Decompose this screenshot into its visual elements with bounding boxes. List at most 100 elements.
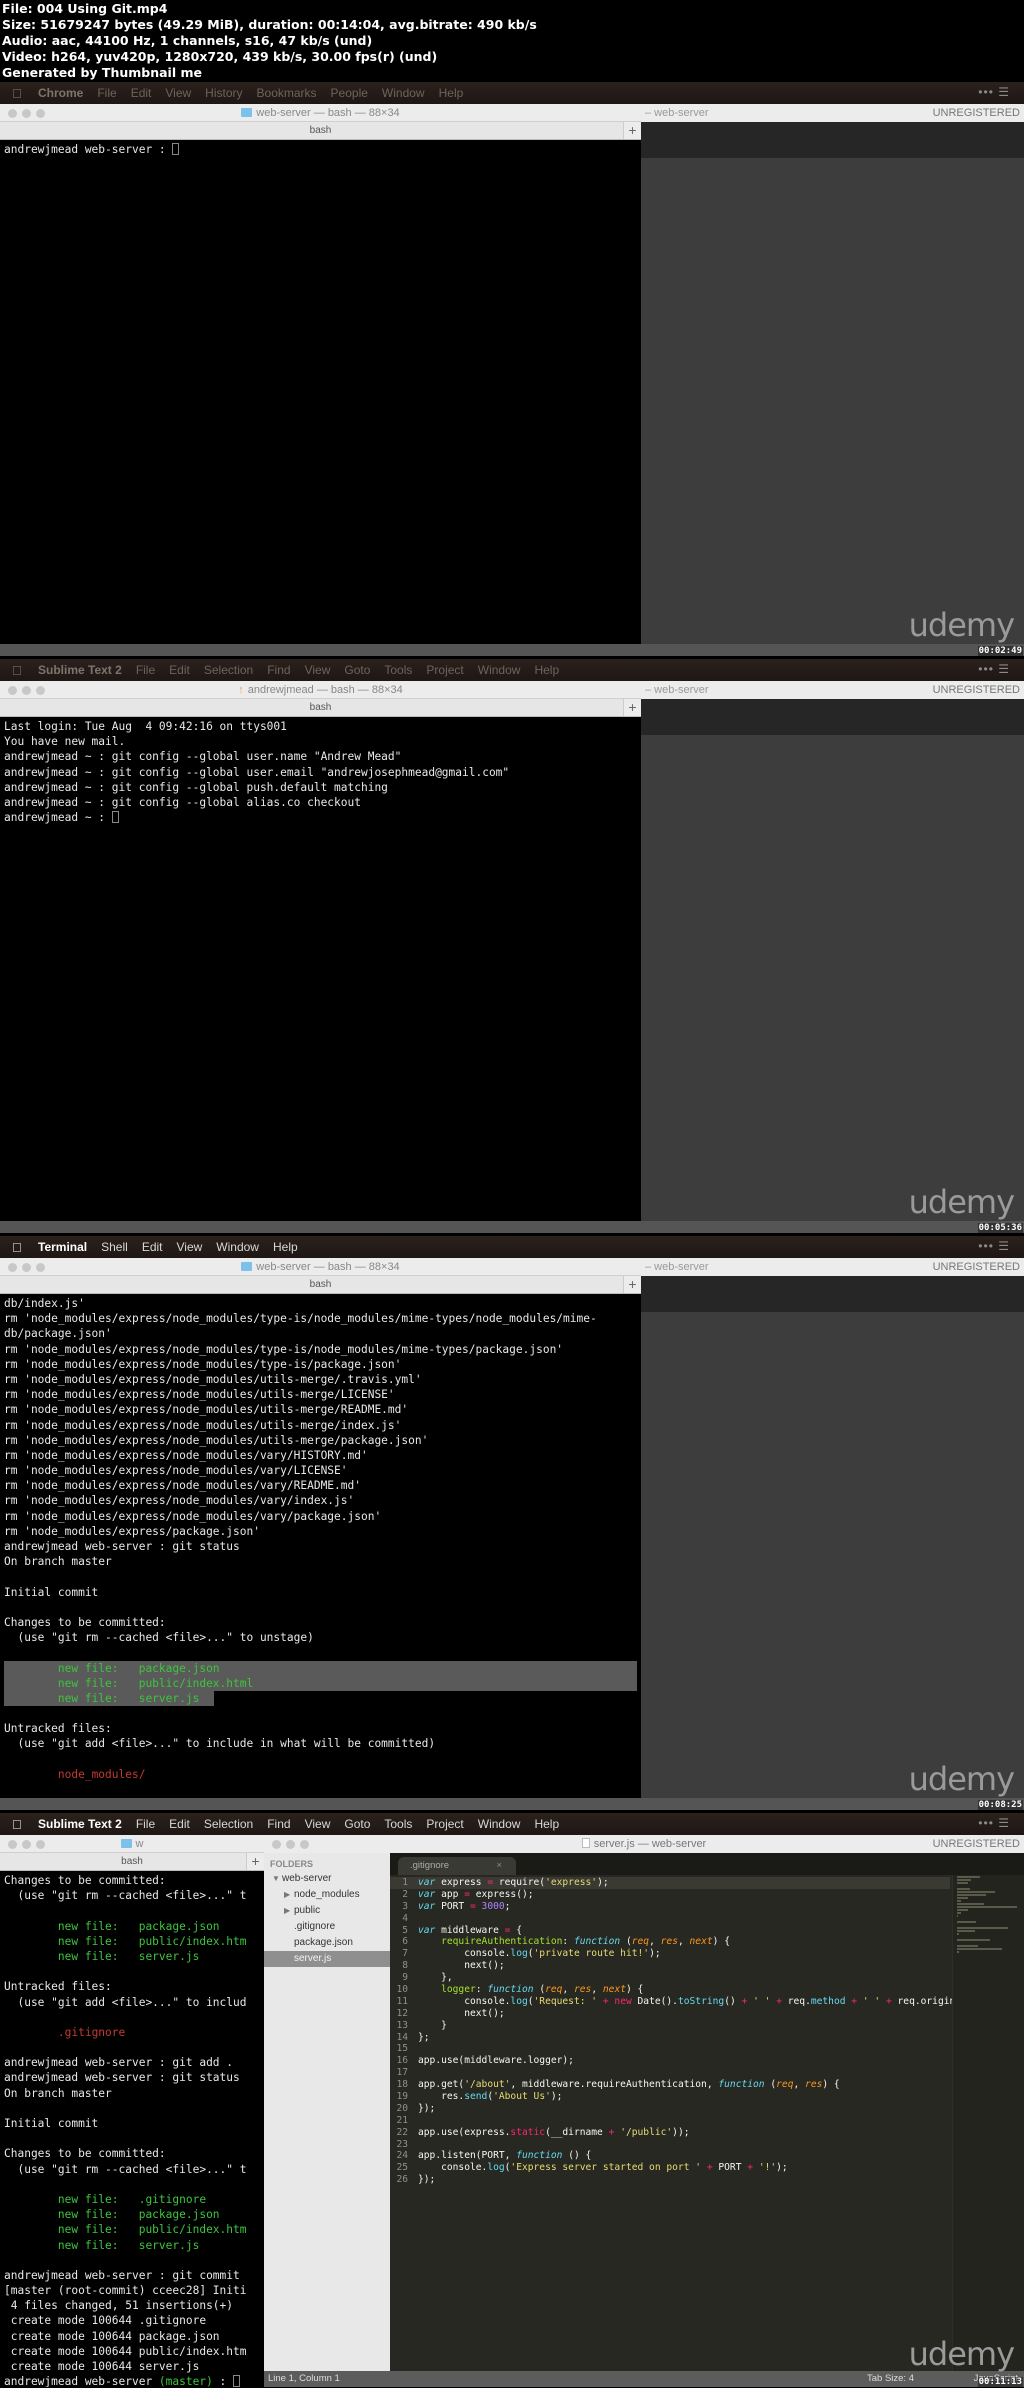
close-button[interactable] <box>272 1840 281 1849</box>
menu-extras-icon[interactable]: ••• ☰ <box>978 1816 1010 1830</box>
menu-item-window[interactable]: Window <box>216 1240 259 1254</box>
menu-item-selection[interactable]: Selection <box>204 1817 253 1831</box>
minimize-button[interactable] <box>22 686 31 695</box>
zoom-button[interactable] <box>36 1263 45 1272</box>
tree-item-package-json[interactable]: package.json <box>264 1935 390 1951</box>
close-button[interactable] <box>8 686 17 695</box>
triangle-right-icon[interactable]: ▶ <box>284 1887 294 1903</box>
menu-extras-icon[interactable]: ••• ☰ <box>978 662 1010 676</box>
close-tab-icon[interactable]: × <box>496 1857 502 1875</box>
menu-app-name[interactable]: Chrome <box>38 86 83 100</box>
apple-icon[interactable]:  <box>12 1240 28 1255</box>
minimize-button[interactable] <box>22 1263 31 1272</box>
menu-item-file[interactable]: File <box>136 1817 155 1831</box>
menu-bar:  Terminal Shell Edit View Window Help ••• ☰ <box>0 1236 1024 1258</box>
new-tab-button[interactable]: + <box>623 699 641 716</box>
tree-item-public[interactable]: ▶ public <box>264 1903 390 1919</box>
close-button[interactable] <box>8 1840 17 1849</box>
minimize-button[interactable] <box>22 1840 31 1849</box>
menu-item-view[interactable]: View <box>305 663 331 677</box>
code-line: 21 <box>390 2115 950 2127</box>
code-editor[interactable]: .gitignore × 1 var express = require('expre… <box>390 1853 1024 2371</box>
new-tab-button[interactable]: + <box>623 1276 641 1293</box>
tree-item-node-modules[interactable]: ▶ node_modules <box>264 1887 390 1903</box>
menu-item-window[interactable]: Window <box>478 1817 521 1831</box>
terminal-tab-bash[interactable]: bash + <box>0 699 641 717</box>
code-line: 18 app.get('/about', middleware.requireAu… <box>390 2079 950 2091</box>
menu-item-view[interactable]: View <box>177 1240 203 1254</box>
menu-item-edit[interactable]: Edit <box>131 86 152 100</box>
menu-item-goto[interactable]: Goto <box>344 663 370 677</box>
close-button[interactable] <box>8 1263 17 1272</box>
menu-item-help[interactable]: Help <box>534 663 559 677</box>
zoom-button[interactable] <box>36 686 45 695</box>
terminal-output[interactable]: Changes to be committed: (use "git rm --… <box>0 1871 264 2387</box>
menu-item-edit[interactable]: Edit <box>169 663 190 677</box>
menu-extras-icon[interactable]: ••• ☰ <box>978 85 1010 99</box>
minimize-button[interactable] <box>286 1840 295 1849</box>
terminal-line: new file: public/index.htm <box>4 2222 260 2237</box>
terminal-tab-bash[interactable]: bash + <box>0 1276 641 1294</box>
terminal-tab-bash[interactable]: bash + <box>0 122 641 140</box>
apple-icon[interactable]:  <box>12 663 28 678</box>
menu-item-window[interactable]: Window <box>478 663 521 677</box>
menu-item-window[interactable]: Window <box>382 86 425 100</box>
triangle-right-icon[interactable]: ▶ <box>284 1903 294 1919</box>
menu-item-edit[interactable]: Edit <box>169 1817 190 1831</box>
editor-tab-gitignore[interactable]: .gitignore × <box>398 1857 516 1875</box>
terminal-output[interactable]: Last login: Tue Aug 4 09:42:16 on ttys00… <box>0 717 641 827</box>
unregistered-label: UNREGISTERED <box>932 1838 1020 1850</box>
line-text: console.log('Express server started on p… <box>418 2162 788 2174</box>
menu-item-tools[interactable]: Tools <box>384 663 412 677</box>
terminal-output[interactable]: andrewjmead web-server : <box>0 140 641 159</box>
new-tab-button[interactable]: + <box>246 1853 264 1870</box>
zoom-button[interactable] <box>36 109 45 118</box>
new-tab-button[interactable]: + <box>623 122 641 139</box>
tab-size-selector[interactable]: Tab Size: 4 <box>867 2371 914 2387</box>
menu-item-history[interactable]: History <box>205 86 242 100</box>
menu-app-name[interactable]: Sublime Text 2 <box>38 663 122 677</box>
menu-app-name[interactable]: Sublime Text 2 <box>38 1817 122 1831</box>
zoom-button[interactable] <box>36 1840 45 1849</box>
menu-item-tools[interactable]: Tools <box>384 1817 412 1831</box>
zoom-button[interactable] <box>300 1840 309 1849</box>
menu-item-project[interactable]: Project <box>426 1817 463 1831</box>
menu-item-file[interactable]: File <box>136 663 155 677</box>
line-text: var PORT = 3000; <box>418 1900 511 1912</box>
menu-item-bookmarks[interactable]: Bookmarks <box>257 86 317 100</box>
minimize-button[interactable] <box>22 109 31 118</box>
menu-item-goto[interactable]: Goto <box>344 1817 370 1831</box>
menu-extras-icon[interactable]: ••• ☰ <box>978 1239 1010 1253</box>
terminal-line: On branch master <box>4 1555 112 1569</box>
tree-item-web-server[interactable]: ▼ web-server <box>264 1871 390 1887</box>
terminal-tab-bash[interactable]: bash + <box>0 1853 264 1871</box>
menu-item-view[interactable]: View <box>305 1817 331 1831</box>
menu-item-people[interactable]: People <box>331 86 368 100</box>
menu-item-find[interactable]: Find <box>267 663 290 677</box>
apple-icon[interactable]:  <box>12 1817 28 1832</box>
line-number: 22 <box>396 2126 408 2138</box>
menu-item-help[interactable]: Help <box>534 1817 559 1831</box>
menu-item-help[interactable]: Help <box>439 86 464 100</box>
tree-item-gitignore[interactable]: .gitignore <box>264 1919 390 1935</box>
menu-item-selection[interactable]: Selection <box>204 663 253 677</box>
triangle-down-icon[interactable]: ▼ <box>272 1871 282 1887</box>
apple-icon[interactable]:  <box>12 86 28 101</box>
menu-item-find[interactable]: Find <box>267 1817 290 1831</box>
terminal-line: rm 'node_modules/express/node_modules/ut… <box>4 1433 429 1447</box>
tree-item-server-js[interactable]: server.js <box>264 1951 390 1967</box>
menu-item-help[interactable]: Help <box>273 1240 298 1254</box>
close-button[interactable] <box>8 109 17 118</box>
menu-item-file[interactable]: File <box>97 86 116 100</box>
code-content[interactable]: 1 var express = require('express'); 2 var a… <box>390 1877 961 2186</box>
menu-item-shell[interactable]: Shell <box>101 1240 128 1254</box>
minimap[interactable] <box>952 1875 1024 2371</box>
menu-item-project[interactable]: Project <box>426 663 463 677</box>
terminal-line: create mode 100644 package.json <box>4 2329 220 2343</box>
terminal-output[interactable]: db/index.js' rm 'node_modules/express/nod… <box>0 1294 641 1810</box>
background-tab-strip <box>641 1276 1024 1312</box>
menu-app-name[interactable]: Terminal <box>38 1240 87 1254</box>
menu-item-edit[interactable]: Edit <box>142 1240 163 1254</box>
menu-item-view[interactable]: View <box>165 86 191 100</box>
line-number: 11 <box>396 1995 408 2007</box>
